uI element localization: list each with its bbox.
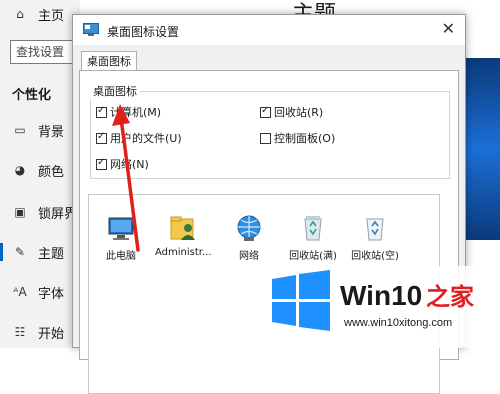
checkbox-network[interactable]: 网络(N) [96, 156, 149, 172]
checkbox-label: 回收站(R) [274, 106, 324, 119]
checkbox-computer[interactable]: 计算机(M) [96, 104, 161, 120]
nav-item-fonts[interactable]: ᴬA 字体 [0, 278, 80, 306]
watermark-svg: Win10 之家 www.win10xitong.com [268, 266, 500, 348]
nav-item-background[interactable]: ▭ 背景 [0, 116, 80, 144]
dialog-title: 桌面图标设置 [107, 25, 180, 39]
icon-item-network[interactable]: 网络 [221, 213, 277, 262]
checkbox-box[interactable] [260, 132, 271, 144]
icon-label: 回收站(空) [351, 251, 399, 262]
icon-label: 回收站(满) [289, 251, 337, 262]
theme-preview-image[interactable] [462, 58, 500, 240]
nav-item-label: 背景 [38, 124, 65, 140]
checkbox-box[interactable] [96, 157, 107, 170]
nav-item-label: 开始 [38, 326, 65, 342]
checkbox-box[interactable] [96, 131, 107, 144]
checkbox-control-panel[interactable]: 控制面板(O) [260, 130, 335, 146]
checkbox-label: 网络(N) [110, 158, 149, 171]
checkbox-label: 用户的文件(U) [110, 132, 182, 145]
watermark-url: www.win10xitong.com [343, 317, 452, 329]
lock-screen-icon: ▣ [14, 205, 26, 219]
checkbox-box[interactable] [96, 105, 107, 118]
font-icon: ᴬA [13, 285, 27, 299]
palette-icon: ◕ [14, 163, 26, 177]
icon-item-recycle-bin-full[interactable]: 回收站(满) [285, 213, 341, 262]
nav-item-label: 主题 [38, 246, 65, 262]
desktop-icon [83, 23, 99, 36]
user-folder-icon [170, 216, 195, 240]
icon-label: Administr... [155, 247, 212, 258]
checkbox-user-files[interactable]: 用户的文件(U) [96, 130, 182, 146]
icon-item-user-files[interactable]: Administr... [155, 213, 212, 258]
checkbox-recycle-bin[interactable]: 回收站(R) [260, 104, 323, 120]
network-icon [237, 215, 261, 241]
checkbox-label: 计算机(M) [110, 106, 162, 119]
close-icon[interactable]: ✕ [442, 19, 455, 38]
home-icon: ⌂ [16, 7, 24, 21]
group-label: 桌面图标 [90, 83, 140, 99]
watermark-title: Win10 [340, 280, 422, 311]
nav-item-label: 主页 [38, 8, 65, 24]
recycle-bin-full-icon [304, 216, 322, 241]
dialog-titlebar[interactable]: 桌面图标设置 ✕ [73, 15, 465, 45]
start-icon: ☷ [14, 325, 26, 339]
computer-icon [108, 217, 134, 240]
recycle-bin-empty-icon [366, 218, 384, 241]
checkbox-box[interactable] [260, 105, 271, 118]
nav-item-home[interactable]: ⌂ 主页 [0, 0, 80, 28]
section-title: 个性化 [12, 88, 52, 103]
icon-item-computer[interactable]: 此电脑 [93, 213, 149, 262]
nav-item-label: 颜色 [38, 164, 65, 180]
settings-sidebar: ⌂ 主页 查找设置 个性化 ▭ 背景 ◕ 颜色 ▣ 锁屏界 ✎ 主题 ᴬA 字体… [0, 0, 100, 348]
icon-item-recycle-bin-empty[interactable]: 回收站(空) [347, 213, 403, 262]
nav-item-label: 字体 [38, 286, 65, 302]
picture-icon: ▭ [14, 123, 26, 137]
icon-label: 网络 [239, 251, 259, 262]
watermark-logo: Win10 之家 www.win10xitong.com [268, 266, 500, 348]
icon-label: 此电脑 [106, 251, 136, 262]
nav-item-colors[interactable]: ◕ 颜色 [0, 156, 80, 184]
nav-item-themes[interactable]: ✎ 主题 [0, 238, 80, 266]
nav-item-start[interactable]: ☷ 开始 [0, 318, 80, 346]
nav-item-lock-screen[interactable]: ▣ 锁屏界 [0, 198, 80, 226]
brush-icon: ✎ [14, 245, 26, 259]
tab-desktop-icons[interactable]: 桌面图标 [81, 51, 137, 71]
watermark-title-accent: 之家 [426, 283, 474, 311]
checkbox-label: 控制面板(O) [274, 132, 336, 145]
